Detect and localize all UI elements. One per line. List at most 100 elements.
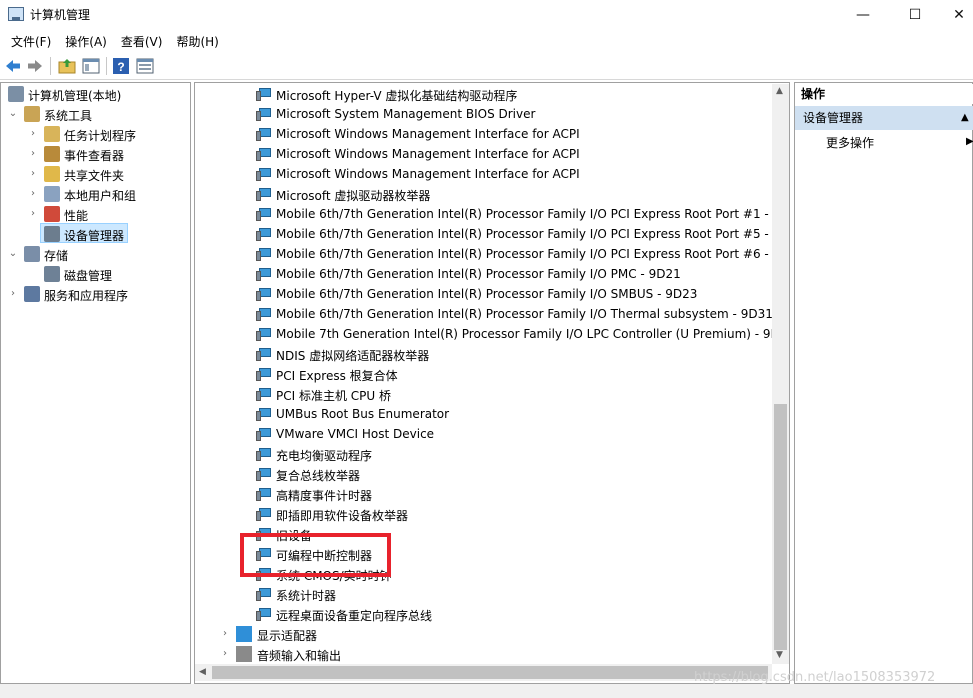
device-category-label: 音频输入和输出 (257, 649, 342, 663)
device-item-label: Mobile 6th/7th Generation Intel(R) Proce… (276, 207, 772, 221)
system-device-icon (256, 407, 272, 421)
device-item[interactable]: Mobile 7th Generation Intel(R) Processor… (254, 324, 772, 344)
device-item[interactable]: PCI 标准主机 CPU 桥 (254, 384, 772, 404)
tree-item[interactable]: ⌄ 系统工具 (0, 104, 190, 124)
vertical-scrollbar[interactable]: ▲ ▼ (772, 84, 789, 664)
device-item[interactable]: UMBus Root Bus Enumerator (254, 404, 772, 424)
tree-item[interactable]: › 服务和应用程序 (0, 284, 190, 304)
device-item[interactable]: 高精度事件计时器 (254, 484, 772, 504)
device-item[interactable]: Mobile 6th/7th Generation Intel(R) Proce… (254, 264, 772, 284)
close-button[interactable]: ✕ (936, 0, 973, 30)
device-item-label: 即插即用软件设备枚举器 (276, 509, 409, 523)
tree-item[interactable]: › 本地用户和组 (0, 184, 190, 204)
device-category[interactable]: › 音频输入和输出 (218, 644, 772, 664)
device-item[interactable]: Microsoft Windows Management Interface f… (254, 144, 772, 164)
device-item[interactable]: 复合总线枚举器 (254, 464, 772, 484)
device-item-label: Microsoft Hyper-V 虚拟化基础结构驱动程序 (276, 89, 518, 103)
actions-section-label: 设备管理器 (803, 111, 864, 125)
device-category[interactable]: › 显示适配器 (218, 624, 772, 644)
device-item-label: Microsoft System Management BIOS Driver (276, 107, 536, 121)
device-item-label: Mobile 7th Generation Intel(R) Processor… (276, 327, 772, 341)
tree-item[interactable]: 计算机管理(本地) (0, 84, 190, 104)
actions-section-device-manager[interactable]: 设备管理器 ▲ (795, 106, 973, 130)
tree-item[interactable]: 磁盘管理 (0, 264, 190, 284)
tree-item-label: 系统工具 (44, 109, 93, 123)
chevron-down-icon[interactable]: ⌄ (8, 109, 18, 119)
tree-item[interactable]: › 性能 (0, 204, 190, 224)
device-item-label: Mobile 6th/7th Generation Intel(R) Proce… (276, 287, 698, 301)
device-item[interactable]: 即插即用软件设备枚举器 (254, 504, 772, 524)
chevron-right-icon[interactable]: › (28, 209, 38, 219)
more-actions-item[interactable]: 更多操作 (826, 134, 874, 151)
device-item-label: Mobile 6th/7th Generation Intel(R) Proce… (276, 247, 772, 261)
device-item[interactable]: Microsoft 虚拟驱动器枚举器 (254, 184, 772, 204)
menu-action[interactable]: 操作(A) (58, 31, 114, 52)
collapse-arrow-icon[interactable]: ▲ (961, 106, 969, 130)
tree-item[interactable]: › 任务计划程序 (0, 124, 190, 144)
chevron-right-icon[interactable]: › (28, 189, 38, 199)
device-item-label: 高精度事件计时器 (276, 489, 373, 503)
system-device-icon (256, 367, 272, 381)
scroll-left-arrow-icon[interactable]: ◀ (199, 667, 206, 677)
device-item[interactable]: 远程桌面设备重定向程序总线 (254, 604, 772, 624)
tree-item[interactable]: ⌄ 存储 (0, 244, 190, 264)
chevron-right-icon[interactable]: › (28, 169, 38, 179)
device-item-label: 远程桌面设备重定向程序总线 (276, 609, 433, 623)
menu-file[interactable]: 文件(F) (4, 31, 58, 52)
maximize-button[interactable]: ☐ (892, 0, 938, 30)
device-item[interactable]: Mobile 6th/7th Generation Intel(R) Proce… (254, 284, 772, 304)
device-item[interactable]: 充电均衡驱动程序 (254, 444, 772, 464)
device-item-label: 系统计时器 (276, 589, 337, 603)
device-item[interactable]: Mobile 6th/7th Generation Intel(R) Proce… (254, 204, 772, 224)
tree-item[interactable]: › 共享文件夹 (0, 164, 190, 184)
device-item[interactable]: Microsoft System Management BIOS Driver (254, 104, 772, 124)
device-item[interactable]: Mobile 6th/7th Generation Intel(R) Proce… (254, 304, 772, 324)
show-hide-tree-icon[interactable] (82, 57, 100, 75)
tree-item-label: 设备管理器 (64, 229, 125, 243)
tree-item-label: 存储 (44, 249, 69, 263)
menu-help[interactable]: 帮助(H) (169, 31, 225, 52)
device-item[interactable]: Microsoft Windows Management Interface f… (254, 124, 772, 144)
device-item[interactable]: PCI Express 根复合体 (254, 364, 772, 384)
tree-item[interactable]: 设备管理器 (0, 224, 190, 244)
up-folder-icon[interactable] (58, 57, 76, 75)
chevron-right-icon[interactable]: › (220, 649, 230, 659)
watermark: https://blog.csdn.net/lao1508353972 (694, 670, 936, 685)
system-device-icon (256, 147, 272, 161)
annotation-highlight-box (240, 533, 391, 577)
device-item[interactable]: Microsoft Hyper-V 虚拟化基础结构驱动程序 (254, 84, 772, 104)
device-item-label: UMBus Root Bus Enumerator (276, 407, 450, 421)
chevron-right-icon[interactable]: › (28, 129, 38, 139)
horizontal-scrollbar[interactable]: ◀ (195, 664, 772, 681)
status-bar (0, 684, 973, 698)
chevron-down-icon[interactable]: ⌄ (8, 249, 18, 259)
device-item[interactable]: Microsoft Windows Management Interface f… (254, 164, 772, 184)
chevron-right-icon[interactable]: › (220, 629, 230, 639)
vertical-scroll-thumb[interactable] (774, 404, 787, 650)
device-item[interactable]: Mobile 6th/7th Generation Intel(R) Proce… (254, 244, 772, 264)
device-item[interactable]: 系统计时器 (254, 584, 772, 604)
system-device-icon (256, 227, 272, 241)
forward-icon[interactable] (26, 57, 44, 75)
device-item[interactable]: Mobile 6th/7th Generation Intel(R) Proce… (254, 224, 772, 244)
device-item-label: Mobile 6th/7th Generation Intel(R) Proce… (276, 227, 772, 241)
chevron-right-icon[interactable]: › (8, 289, 18, 299)
device-item[interactable]: NDIS 虚拟网络适配器枚举器 (254, 344, 772, 364)
tree-item[interactable]: › 事件查看器 (0, 144, 190, 164)
tree-item-label: 任务计划程序 (64, 129, 137, 143)
toolbar-separator (50, 57, 51, 75)
back-icon[interactable] (4, 57, 22, 75)
scroll-down-arrow-icon[interactable]: ▼ (776, 650, 783, 660)
device-item[interactable]: VMware VMCI Host Device (254, 424, 772, 444)
properties-icon[interactable] (136, 57, 154, 75)
horizontal-scroll-thumb[interactable] (212, 666, 768, 679)
menu-view[interactable]: 查看(V) (114, 31, 170, 52)
chevron-right-icon (28, 229, 38, 239)
help-icon[interactable]: ? (112, 57, 130, 75)
tree-item-label: 服务和应用程序 (44, 289, 129, 303)
system-device-icon (256, 467, 272, 481)
chevron-right-icon[interactable]: › (28, 149, 38, 159)
submenu-arrow-icon: ▶ (966, 136, 973, 147)
scroll-up-arrow-icon[interactable]: ▲ (776, 86, 783, 96)
minimize-button[interactable]: — (840, 0, 886, 30)
